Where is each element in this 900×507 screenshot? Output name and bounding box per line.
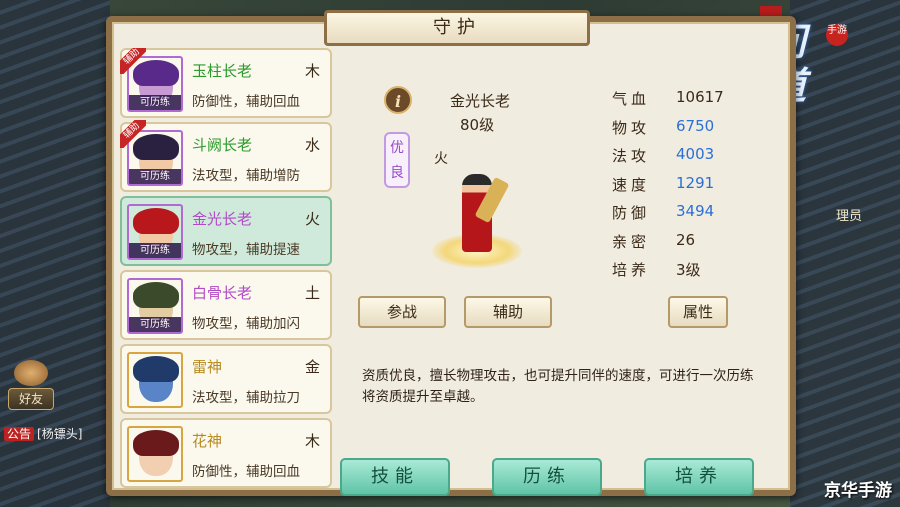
stat-value: 3494 (676, 202, 715, 220)
companion-card-name: 玉柱长老 (192, 62, 253, 80)
stats-panel: 气血 10617 物攻 6750 法攻 4003 速度 1291 防御 3494 亲密 26 培养 3级 (612, 88, 724, 288)
guardian-dialog: 守护 可历练 辅助 玉柱长老 木 防御性，辅助回血 可历练 辅助 斗阙长老 水 … (106, 10, 796, 496)
companion-list[interactable]: 可历练 辅助 玉柱长老 木 防御性，辅助回血 可历练 辅助 斗阙长老 水 法攻型… (120, 48, 332, 488)
stat-key: 速度 (612, 175, 651, 194)
companion-card-desc: 法攻型，辅助拉刀 (192, 390, 300, 406)
train-button[interactable]: 历练 (492, 458, 602, 496)
companion-detail: i 金光长老 80级 优良 火 气血 10617 物攻 6750 法攻 4003 速度 129… (340, 48, 782, 496)
companion-card[interactable]: 可历练 辅助 玉柱长老 木 防御性，辅助回血 (120, 48, 332, 118)
stat-key: 防御 (612, 204, 651, 222)
companion-card-name: 花神 (192, 432, 223, 450)
info-icon[interactable]: i (384, 86, 412, 114)
companion-portrait (127, 426, 183, 482)
companion-card-element: 木 (304, 432, 320, 450)
companion-card[interactable]: 可历练 金光长老 火 物攻型，辅助提速 (120, 196, 332, 266)
companion-card-name: 斗阙长老 (192, 136, 253, 154)
companion-card-name: 白骨长老 (192, 284, 253, 302)
dialog-title: 守护 (324, 10, 590, 46)
companion-card-element: 火 (304, 210, 320, 228)
companion-card-desc: 防御性，辅助回血 (192, 94, 300, 110)
assist-ribbon-label: 辅助 (120, 120, 146, 148)
stat-row: 培养 3级 (612, 259, 724, 288)
watermark: 京华手游 (824, 481, 892, 501)
skill-button[interactable]: 技能 (340, 458, 450, 496)
companion-name: 金光长老 (450, 92, 511, 110)
companion-card-name: 雷神 (192, 358, 223, 376)
companion-level: 80级 (460, 116, 495, 134)
stat-key: 培养 (612, 261, 651, 279)
portrait-hair (133, 208, 179, 234)
stat-key: 亲密 (612, 232, 651, 251)
assist-ribbon-label: 辅助 (120, 48, 146, 74)
companion-card[interactable]: 雷神 金 法攻型，辅助拉刀 (120, 344, 332, 414)
stat-row: 物攻 6750 (612, 117, 724, 146)
companion-card[interactable]: 花神 木 防御性，辅助回血 (120, 418, 332, 488)
announcement-text: [杨镖头] (37, 427, 83, 441)
friend-button[interactable]: 好友 (8, 388, 54, 410)
handshake-icon[interactable] (14, 360, 48, 386)
attributes-button[interactable]: 属性 (668, 296, 728, 328)
portrait-hair (133, 282, 179, 308)
portrait-hair (133, 356, 179, 382)
stat-value: 6750 (676, 116, 715, 135)
stat-value: 4003 (676, 145, 715, 163)
companion-portrait (127, 352, 183, 408)
logo-badge: 手游 (826, 24, 848, 46)
companion-card-name: 金光长老 (192, 210, 253, 228)
companion-card[interactable]: 可历练 辅助 斗阙长老 水 法攻型，辅助增防 (120, 120, 332, 192)
companion-card-desc: 法攻型，辅助增防 (192, 168, 300, 184)
companion-card-element: 水 (304, 136, 320, 154)
assist-ribbon: 辅助 (120, 120, 146, 148)
companion-card-element: 金 (304, 358, 320, 376)
companion-card-element: 木 (304, 62, 320, 80)
companion-portrait: 可历练 (127, 204, 183, 260)
announcement-tag: 公告 (4, 427, 35, 441)
companion-card-desc: 物攻型，辅助加闪 (192, 316, 300, 332)
cultivate-button[interactable]: 培养 (644, 458, 754, 496)
companion-portrait: 可历练 (127, 278, 183, 334)
companion-card-desc: 防御性，辅助回血 (192, 464, 300, 480)
assist-ribbon: 辅助 (120, 48, 146, 74)
stat-row: 法攻 4003 (612, 145, 724, 174)
quality-badge: 优良 (384, 132, 410, 188)
stat-key: 法攻 (612, 147, 651, 165)
announcement: 公告 [杨镖头] (4, 425, 82, 442)
stat-value: 10617 (676, 88, 724, 106)
trainable-tag: 可历练 (129, 317, 181, 332)
assist-button[interactable]: 辅助 (464, 296, 552, 328)
companion-description: 资质优良，擅长物理攻击，也可提升同伴的速度，可进行一次历练将资质提升至卓越。 (362, 368, 754, 405)
stat-row: 气血 10617 (612, 88, 724, 117)
npc-label: 理员 (835, 209, 862, 224)
companion-card[interactable]: 可历练 白骨长老 土 物攻型，辅助加闪 (120, 270, 332, 340)
trainable-tag: 可历练 (129, 169, 181, 184)
left-hud: 好友 公告 [杨镖头] (0, 0, 110, 507)
companion-card-element: 土 (304, 284, 320, 302)
trainable-tag: 可历练 (129, 243, 181, 258)
stat-row: 防御 3494 (612, 202, 724, 231)
stat-value: 26 (676, 230, 696, 249)
stat-row: 速度 1291 (612, 174, 724, 203)
stat-key: 物攻 (612, 118, 651, 137)
stat-row: 亲密 26 (612, 231, 724, 260)
trainable-tag: 可历练 (129, 95, 181, 110)
fight-button[interactable]: 参战 (358, 296, 446, 328)
stat-value: 1291 (676, 173, 715, 192)
portrait-hair (133, 430, 179, 456)
stat-key: 气血 (612, 90, 651, 108)
companion-figure (432, 158, 522, 268)
stat-value: 3级 (676, 261, 701, 279)
companion-card-desc: 物攻型，辅助提速 (192, 242, 300, 258)
